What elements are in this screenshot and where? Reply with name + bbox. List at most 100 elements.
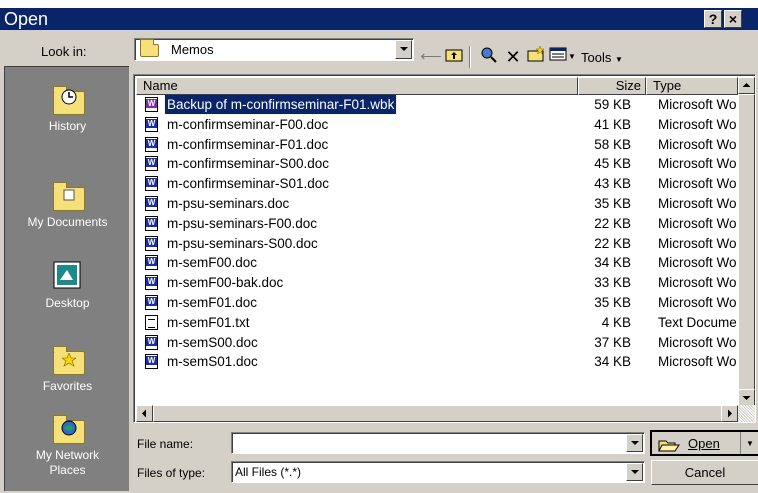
file-type: Text Docume [658,314,737,330]
tools-dropdown-icon: ▼ [614,55,623,64]
file-type: Microsoft Wo [658,136,737,152]
file-name-field[interactable] [231,432,645,454]
file-size: 35 KB [594,295,631,310]
place-label: Favorites [42,379,93,393]
open-button[interactable]: Open ▼ [650,430,758,456]
file-size: 4 KB [601,314,631,330]
views-dropdown-icon[interactable]: ▼ [567,46,577,68]
help-button[interactable]: ? [704,10,722,28]
column-header-size[interactable]: Size [578,77,646,95]
horizontal-scrollbar[interactable] [136,405,755,422]
file-row[interactable]: m-semF01.doc 35 KB Microsoft Wo [136,293,738,312]
word-document-icon [145,136,158,152]
place-label: My Documents [27,215,108,229]
file-size: 37 KB [594,334,631,350]
word-document-icon [145,116,158,132]
tools-menu-label: Tools [581,50,612,65]
place-my-documents[interactable]: My Documents [5,179,130,229]
word-document-icon [145,354,158,370]
text-document-icon [145,314,158,330]
file-row[interactable]: m-semF01.txt 4 KB Text Docume [136,313,738,332]
delete-icon[interactable]: ✕ [502,46,524,68]
file-row[interactable]: m-psu-seminars-F00.doc 22 KB Microsoft Wo [136,214,738,233]
file-name-label: File name: [137,437,194,451]
file-name: m-confirmseminar-S00.doc [167,156,330,172]
search-web-icon[interactable] [478,46,500,68]
file-size: 22 KB [594,215,631,231]
file-row[interactable]: m-psu-seminars-S00.doc 22 KB Microsoft Wo [136,234,738,253]
open-button-label: Open [688,436,720,451]
scroll-down-button[interactable] [738,389,755,406]
look-in-dropdown-button[interactable] [395,40,412,59]
look-in-combo[interactable]: Memos [134,38,414,61]
file-row[interactable]: m-semF00-bak.doc 33 KB Microsoft Wo [136,273,738,292]
file-size: 34 KB [594,255,631,271]
file-size: 58 KB [594,136,631,152]
tools-menu[interactable]: Tools ▼ [581,50,623,65]
word-document-icon [145,97,158,112]
file-row[interactable]: m-semS00.doc 37 KB Microsoft Wo [136,333,738,352]
vertical-scrollbar[interactable] [738,77,755,406]
file-size: 43 KB [594,176,631,192]
column-header-type[interactable]: Type [646,77,738,95]
open-folder-icon [658,432,680,456]
file-size: 34 KB [594,354,631,370]
file-type-dropdown-button[interactable] [626,463,643,481]
title-bar: Open ? × [0,8,758,30]
column-header-name[interactable]: Name [136,77,578,95]
network-places-icon [51,412,85,444]
file-row[interactable]: m-semF00.doc 34 KB Microsoft Wo [136,253,738,272]
file-type: Microsoft Wo [658,334,737,350]
file-row[interactable]: m-confirmseminar-F01.doc 58 KB Microsoft W… [136,135,738,154]
file-type: Microsoft Wo [658,116,737,132]
file-type: Microsoft Wo [658,235,737,251]
place-favorites[interactable]: Favorites [5,343,130,393]
hscroll-thumb[interactable] [153,405,723,422]
file-type: Microsoft Wo [658,176,737,192]
file-type-select[interactable]: All Files (*.*) [231,461,645,483]
scroll-left-button[interactable] [136,405,153,422]
places-bar: History My Documents Desktop Favorites M… [4,66,129,491]
file-row[interactable]: m-confirmseminar-S01.doc 43 KB Microsoft W… [136,174,738,193]
file-name: m-semS00.doc [167,334,258,350]
close-button[interactable]: × [724,10,742,28]
file-row[interactable]: m-confirmseminar-S00.doc 45 KB Microsoft W… [136,154,738,173]
place-history[interactable]: History [5,83,130,133]
scroll-thumb[interactable] [738,94,755,394]
word-document-icon [145,156,158,172]
file-type: Microsoft Wo [658,215,737,231]
scroll-right-button[interactable] [721,405,738,422]
file-row[interactable]: m-confirmseminar-F00.doc 41 KB Microsoft W… [136,115,738,134]
open-split-separator [740,432,741,454]
file-type: Microsoft Wo [658,196,737,211]
back-arrow-icon[interactable]: ⟵ [420,46,442,68]
file-type: Microsoft Wo [658,275,737,291]
file-rows: Backup of m-confirmseminar-F01.wbk 59 KB M… [136,95,738,406]
file-name-dropdown-button[interactable] [626,434,643,452]
scroll-up-button[interactable] [738,77,755,94]
file-list[interactable]: Name Size Type Backup of m-confirmsemina… [133,74,756,423]
place-my-network-places[interactable]: My Network Places [5,412,130,478]
file-row[interactable]: m-psu-seminars.doc 35 KB Microsoft Wo [136,194,738,213]
place-desktop[interactable]: Desktop [5,260,130,310]
file-name: Backup of m-confirmseminar-F01.wbk [163,95,398,115]
place-label: History [48,119,87,133]
file-row[interactable]: m-semS01.doc 34 KB Microsoft Wo [136,352,738,371]
new-folder-icon[interactable] [525,45,547,68]
up-folder-icon[interactable] [443,46,465,68]
file-row[interactable]: Backup of m-confirmseminar-F01.wbk 59 KB M… [136,95,738,115]
file-size: 59 KB [594,97,631,112]
word-document-icon [145,275,158,291]
dialog-title: Open [4,9,49,29]
word-document-icon [145,334,158,350]
cancel-button[interactable]: Cancel [651,460,758,485]
file-type: Microsoft Wo [658,255,737,271]
word-document-icon [145,196,158,211]
views-icon[interactable] [547,46,569,68]
file-name: m-psu-seminars-S00.doc [167,235,318,251]
file-size: 22 KB [594,235,631,251]
open-dialog: Open ? × Look in: Memos ⟵ ✕ ▼ Tools ▼ Hi… [0,8,758,493]
file-name: m-confirmseminar-S01.doc [167,176,330,192]
open-dropdown-icon[interactable]: ▼ [746,432,754,456]
word-document-icon [145,235,158,251]
